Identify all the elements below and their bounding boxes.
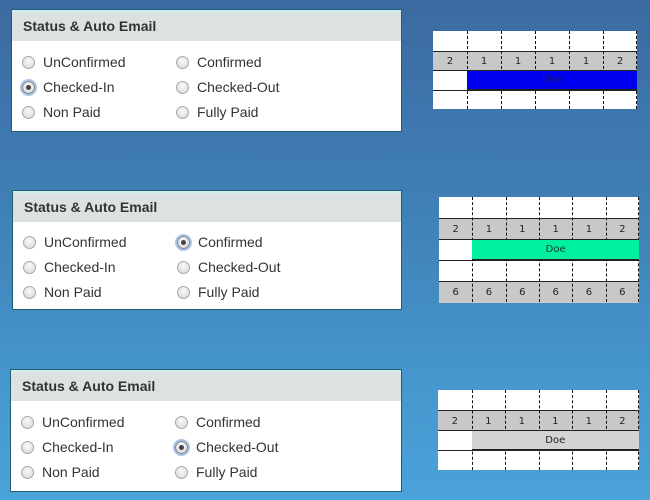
radio-button-icon[interactable] (23, 235, 36, 249)
availability-count-cell: 1 (485, 224, 493, 235)
radio-fully-paid[interactable]: Fully Paid (177, 284, 259, 300)
radio-button-icon[interactable] (22, 55, 35, 69)
radio-label: Checked-Out (197, 79, 280, 95)
total-count-cell: 6 (619, 287, 626, 298)
availability-count-cell: 1 (518, 415, 525, 427)
radio-button-icon[interactable] (175, 465, 188, 479)
schedule-grid-3: 2 1 1 1 1 2 Doe (438, 390, 639, 470)
radio-label: UnConfirmed (42, 414, 125, 430)
radio-confirmed[interactable]: Confirmed (175, 233, 263, 251)
availability-count-cell: 1 (585, 415, 592, 427)
availability-count-cell: 2 (452, 224, 459, 235)
radio-label: Fully Paid (197, 104, 259, 120)
panel-title: Status & Auto Email (11, 372, 401, 401)
radio-button-icon[interactable] (177, 285, 190, 299)
schedule-grid-2: 2 1 1 1 1 2 6 6 6 6 6 6 Doe (439, 197, 639, 303)
panel-title: Status & Auto Email (12, 12, 401, 41)
radio-label: Checked-In (43, 79, 115, 95)
radio-checked-in[interactable]: Checked-In (23, 259, 116, 275)
radio-button-checked-icon[interactable] (20, 78, 37, 96)
radio-non-paid[interactable]: Non Paid (21, 464, 100, 480)
radio-unconfirmed[interactable]: UnConfirmed (23, 234, 126, 250)
radio-unconfirmed[interactable]: UnConfirmed (22, 54, 125, 70)
status-panel-3: Status & Auto Email UnConfirmed Confirme… (10, 369, 402, 492)
radio-label: Checked-Out (198, 259, 281, 275)
availability-count-cell: 1 (548, 55, 556, 67)
availability-count-cell: 1 (552, 224, 559, 235)
total-count-cell: 6 (519, 287, 526, 298)
status-panel-1: Status & Auto Email UnConfirmed Confirme… (11, 9, 402, 132)
radio-button-icon[interactable] (21, 440, 34, 454)
status-panel-2: Status & Auto Email UnConfirmed Confirme… (12, 190, 402, 310)
availability-count-cell: 2 (446, 55, 454, 67)
radio-button-checked-icon[interactable] (173, 438, 190, 456)
booking-bar[interactable]: Doe (472, 239, 639, 260)
radio-button-icon[interactable] (22, 105, 35, 119)
availability-count-cell: 1 (552, 415, 559, 427)
availability-count-cell: 2 (451, 415, 458, 427)
availability-count-cell: 1 (585, 224, 593, 235)
panel-title: Status & Auto Email (13, 193, 401, 222)
booking-guest-name: Doe (542, 74, 562, 86)
radio-label: Checked-Out (196, 439, 279, 455)
radio-label: Checked-In (42, 439, 114, 455)
radio-label: Fully Paid (198, 284, 260, 300)
radio-confirmed[interactable]: Confirmed (176, 54, 262, 70)
radio-label: Fully Paid (196, 464, 258, 480)
radio-checked-out[interactable]: Checked-Out (176, 79, 279, 95)
booking-guest-name: Doe (545, 244, 566, 255)
radio-checked-in[interactable]: Checked-In (20, 78, 115, 96)
radio-label: UnConfirmed (44, 234, 127, 250)
radio-non-paid[interactable]: Non Paid (23, 284, 102, 300)
radio-checked-out[interactable]: Checked-Out (173, 438, 279, 456)
availability-count-cell: 1 (582, 55, 590, 67)
radio-button-icon[interactable] (21, 465, 34, 479)
availability-count-cell: 1 (519, 224, 526, 235)
radio-button-icon[interactable] (176, 55, 189, 69)
radio-button-icon[interactable] (23, 285, 36, 299)
schedule-grid-1: 2 1 1 1 1 2 Doe (433, 31, 637, 109)
availability-count-cell: 2 (619, 224, 626, 235)
radio-label: Confirmed (196, 414, 261, 430)
radio-button-icon[interactable] (177, 260, 190, 274)
radio-checked-in[interactable]: Checked-In (21, 439, 114, 455)
radio-label: Non Paid (43, 104, 101, 120)
radio-unconfirmed[interactable]: UnConfirmed (21, 414, 124, 430)
radio-fully-paid[interactable]: Fully Paid (176, 104, 258, 120)
radio-button-icon[interactable] (176, 105, 189, 119)
availability-count-cell: 1 (480, 55, 488, 67)
radio-fully-paid[interactable]: Fully Paid (175, 464, 257, 480)
total-count-cell: 6 (485, 287, 493, 298)
booking-bar[interactable]: Doe (467, 70, 637, 90)
radio-button-icon[interactable] (21, 415, 34, 429)
radio-label: Non Paid (44, 284, 102, 300)
radio-non-paid[interactable]: Non Paid (22, 104, 101, 120)
radio-button-icon[interactable] (175, 415, 188, 429)
availability-count-cell: 1 (514, 55, 522, 67)
radio-button-icon[interactable] (23, 260, 36, 274)
booking-guest-name: Doe (545, 434, 566, 446)
availability-count-cell: 2 (616, 55, 624, 67)
radio-checked-out[interactable]: Checked-Out (177, 259, 280, 275)
availability-count-cell: 2 (619, 415, 626, 427)
radio-label: UnConfirmed (43, 54, 126, 70)
total-count-cell: 6 (552, 287, 559, 298)
radio-button-checked-icon[interactable] (175, 233, 192, 251)
radio-label: Non Paid (42, 464, 100, 480)
total-count-cell: 6 (452, 287, 459, 298)
availability-count-cell: 1 (485, 415, 492, 427)
radio-confirmed[interactable]: Confirmed (175, 414, 261, 430)
radio-label: Confirmed (198, 234, 263, 250)
radio-label: Checked-In (44, 259, 116, 275)
total-count-cell: 6 (585, 287, 593, 298)
booking-bar[interactable]: Doe (471, 430, 639, 450)
radio-button-icon[interactable] (176, 80, 189, 94)
radio-label: Confirmed (197, 54, 262, 70)
